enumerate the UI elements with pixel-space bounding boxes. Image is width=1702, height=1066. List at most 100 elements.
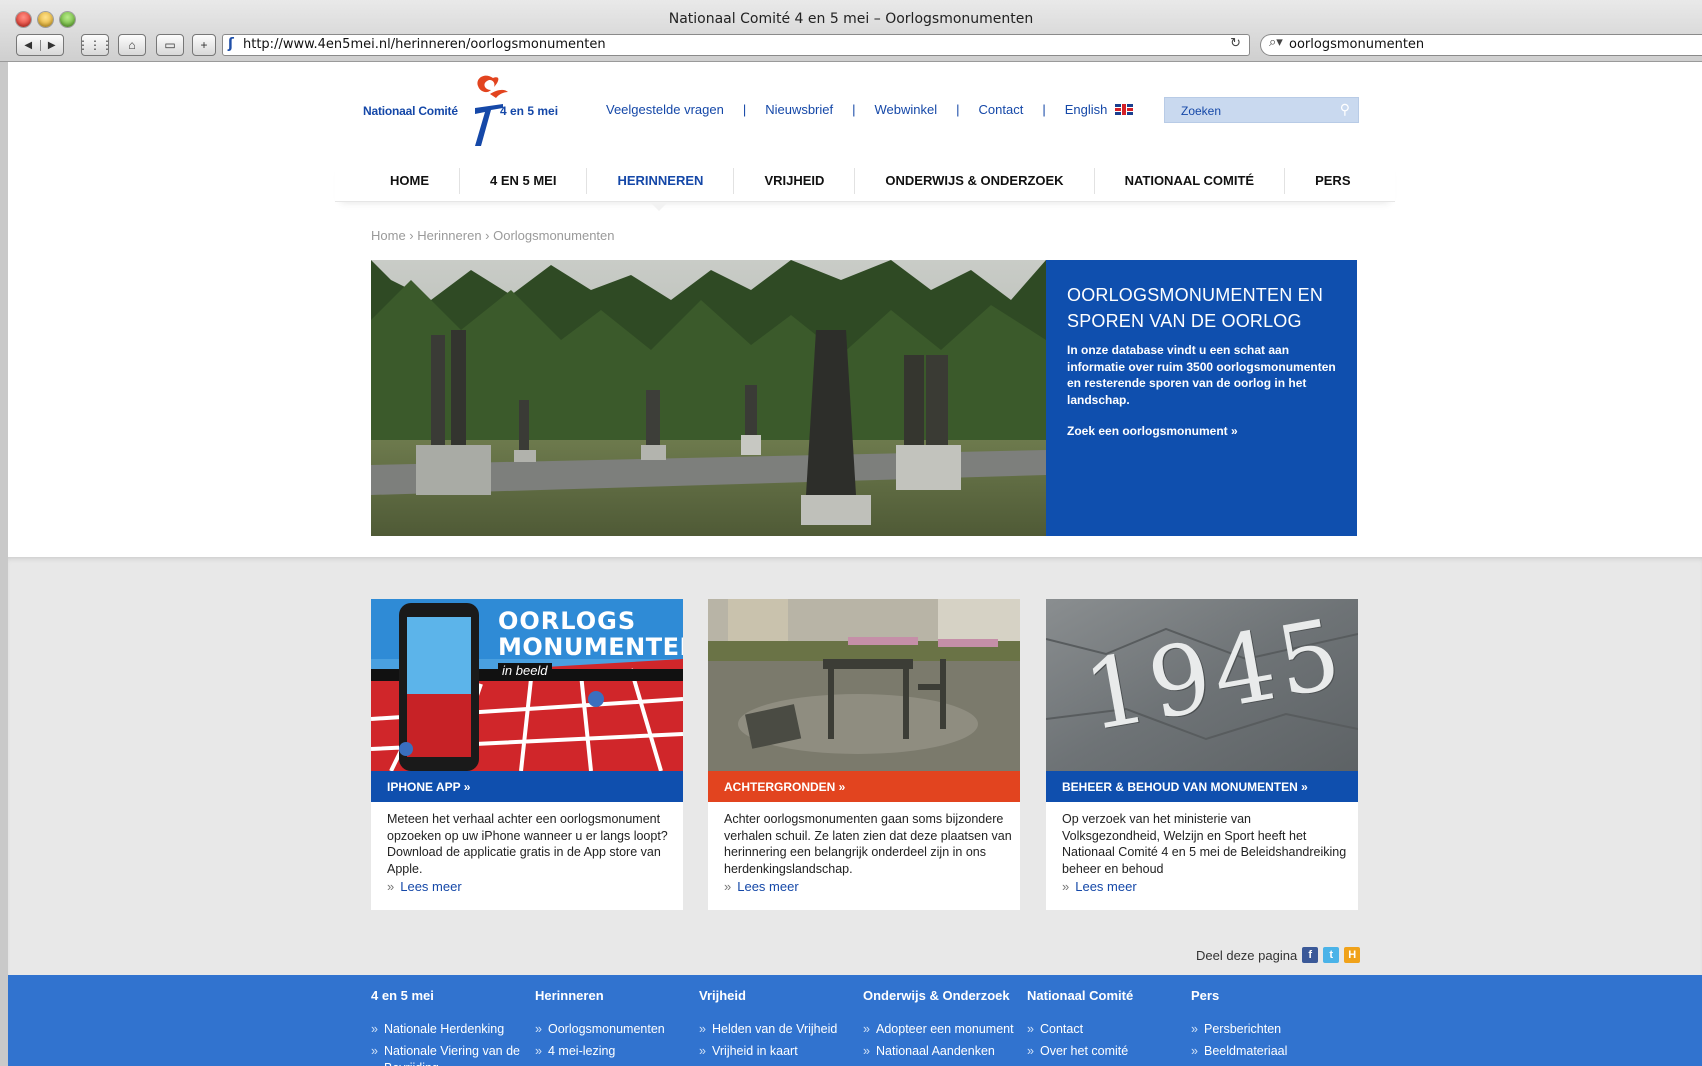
nav-item-nationaal-comite[interactable]: NATIONAAL COMITÉ (1093, 167, 1285, 194)
chevron-right-icon: » (387, 879, 395, 894)
browser-toolbar: Nationaal Comité 4 en 5 mei – Oorlogsmon… (0, 0, 1702, 62)
home-button[interactable]: ⌂ (118, 34, 146, 56)
utility-link-contact[interactable]: Contact (979, 102, 1024, 117)
rss-icon[interactable]: H (1344, 947, 1361, 963)
footer-link[interactable]: Nationaal Aandenken (863, 1043, 1018, 1060)
site-search-input[interactable]: Zoeken ⚲ (1164, 97, 1359, 123)
card-heading-link[interactable]: BEHEER & BEHOUD VAN MONUMENTEN » (1046, 771, 1358, 802)
main-navigation: HOME 4 EN 5 MEI HERINNEREN VRIJHEID ONDE… (335, 160, 1395, 202)
card-beheer-behoud: 1945 BEHEER & BEHOUD VAN MONUMENTEN » Op… (1046, 599, 1358, 910)
read-more-label: Lees meer (737, 879, 799, 894)
footer-link[interactable]: 4 mei-lezing (535, 1043, 695, 1060)
utility-link-webshop[interactable]: Webwinkel (875, 102, 938, 117)
footer-column-4-en-5-mei: 4 en 5 mei Nationale Herdenking National… (371, 988, 531, 1066)
share-bar: Deel deze pagina f t H (1196, 947, 1361, 963)
top-sites-button[interactable]: ⋮⋮⋮ (77, 34, 113, 56)
url-text: http://www.4en5mei.nl/herinneren/oorlogs… (243, 37, 606, 52)
facebook-icon[interactable]: f (1302, 947, 1319, 963)
hero-cta-link[interactable]: Zoek een oorlogsmonument » (1067, 424, 1238, 438)
footer-link[interactable]: Vrijheid in kaart (699, 1043, 859, 1060)
iphone-app-thumbnail[interactable]: OORLOGS MONUMENTEN in beeld (371, 599, 683, 771)
footer-link[interactable]: Oorlogsmonumenten (535, 1021, 695, 1038)
grid-icon: ⋮⋮⋮ (77, 38, 113, 52)
browser-search-query: oorlogsmonumenten (1289, 37, 1425, 52)
achtergronden-thumbnail[interactable] (708, 599, 1020, 771)
nav-item-onderwijs-onderzoek[interactable]: ONDERWIJS & ONDERZOEK (854, 167, 1093, 194)
site-logo[interactable]: Nationaal Comité 4 en 5 mei (363, 72, 563, 152)
read-more-link[interactable]: » Lees meer (387, 879, 462, 894)
back-forward-buttons[interactable]: ◀ ▶ (16, 34, 64, 56)
search-icon[interactable]: ⚲ (1340, 101, 1350, 118)
book-icon: ▭ (164, 38, 176, 52)
window-title: Nationaal Comité 4 en 5 mei – Oorlogsmon… (668, 11, 1034, 27)
logo-text-left: Nationaal Comité (363, 104, 458, 118)
chevron-right-icon: » (1062, 879, 1070, 894)
share-label: Deel deze pagina (1196, 947, 1298, 963)
uk-flag-icon[interactable] (1115, 104, 1134, 115)
site-search-placeholder: Zoeken (1181, 104, 1222, 118)
hero-info-panel: OORLOGSMONUMENTEN EN SPOREN VAN DE OORLO… (1046, 260, 1357, 536)
forward-arrow-icon[interactable]: ▶ (41, 40, 64, 51)
nav-separator: | (1042, 102, 1046, 117)
footer-link[interactable]: Nationale Herdenking (371, 1021, 531, 1038)
utility-link-faq[interactable]: Veelgestelde vragen (606, 102, 724, 117)
card-description: Meteen het verhaal achter een oorlogsmon… (387, 812, 668, 876)
card-description: Op verzoek van het ministerie van Volksg… (1062, 812, 1347, 876)
bookmarks-button[interactable]: ▭ (156, 34, 184, 56)
logo-text-right: 4 en 5 mei (500, 104, 559, 118)
card-iphone-app: OORLOGS MONUMENTEN in beeld IPHONE APP »… (371, 599, 683, 910)
browser-search-field[interactable]: ⌕▾ oorlogsmonumenten (1260, 34, 1702, 56)
utility-link-english[interactable]: English (1065, 102, 1108, 117)
hero-monument-photo (371, 260, 1046, 536)
read-more-link[interactable]: » Lees meer (1062, 879, 1137, 894)
nav-separator: | (742, 102, 747, 117)
beheer-behoud-thumbnail[interactable]: 1945 (1046, 599, 1358, 771)
nav-separator: | (852, 102, 856, 117)
home-icon: ⌂ (128, 38, 136, 52)
hero-title: OORLOGSMONUMENTEN EN SPOREN VAN DE OORLO… (1067, 285, 1324, 331)
thumb-title-line-2: MONUMENTEN (498, 633, 683, 661)
footer-link[interactable]: Over het comité (1027, 1043, 1187, 1060)
footer-column-pers: Pers Persberichten Beeldmateriaal (1191, 988, 1351, 1065)
footer-heading: Pers (1191, 988, 1220, 1003)
footer-link[interactable]: Contact (1027, 1021, 1187, 1038)
nav-item-herinneren[interactable]: HERINNEREN (586, 167, 733, 194)
footer-link[interactable]: Adopteer een monument (863, 1021, 1018, 1038)
nav-item-home[interactable]: HOME (335, 168, 459, 194)
footer-column-herinneren: Herinneren Oorlogsmonumenten 4 mei-lezin… (535, 988, 695, 1065)
address-bar[interactable]: ʃ http://www.4en5mei.nl/herinneren/oorlo… (222, 34, 1250, 56)
site-favicon-icon: ʃ (228, 36, 234, 52)
thumb-subtitle: in beeld (498, 663, 552, 678)
read-more-label: Lees meer (1075, 879, 1137, 894)
footer-heading: Vrijheid (699, 988, 746, 1003)
chevron-right-icon: » (724, 879, 732, 894)
footer-column-onderwijs-onderzoek: Onderwijs & Onderzoek Adopteer een monum… (863, 988, 1018, 1065)
footer-heading: 4 en 5 mei (371, 988, 434, 1003)
thumb-title-line-1: OORLOGS (498, 607, 637, 635)
add-bookmark-button[interactable]: + (192, 34, 216, 56)
footer-column-nationaal-comite: Nationaal Comité Contact Over het comité (1027, 988, 1187, 1065)
utility-link-newsletter[interactable]: Nieuwsbrief (765, 102, 833, 117)
read-more-link[interactable]: » Lees meer (724, 879, 799, 894)
twitter-icon[interactable]: t (1323, 947, 1340, 963)
card-heading-link[interactable]: ACHTERGRONDEN » (708, 771, 1020, 802)
footer-heading: Nationaal Comité (1027, 988, 1134, 1003)
footer-heading: Onderwijs & Onderzoek (863, 988, 1010, 1003)
active-nav-indicator (650, 202, 668, 211)
utility-nav: Veelgestelde vragen | Nieuwsbrief | Webw… (606, 102, 1134, 117)
footer-heading: Herinneren (535, 988, 604, 1003)
footer-link[interactable]: Beeldmateriaal (1191, 1043, 1351, 1060)
plus-icon: + (200, 38, 208, 52)
reload-icon[interactable]: ↻ (1230, 36, 1241, 51)
breadcrumb[interactable]: Home › Herinneren › Oorlogsmonumenten (371, 228, 615, 243)
footer-link[interactable]: Nationale Viering van de Bevrijding (371, 1043, 531, 1066)
footer-link[interactable]: Helden van de Vrijheid (699, 1021, 859, 1038)
nav-item-4-en-5-mei[interactable]: 4 EN 5 MEI (459, 167, 586, 194)
nav-item-pers[interactable]: PERS (1284, 167, 1380, 194)
nav-item-vrijheid[interactable]: VRIJHEID (733, 167, 854, 194)
back-arrow-icon[interactable]: ◀ (17, 39, 41, 51)
card-heading-link[interactable]: IPHONE APP » (371, 771, 683, 802)
window-left-edge (0, 62, 8, 1066)
footer-link[interactable]: Persberichten (1191, 1021, 1351, 1038)
hero-text: In onze database vindt u een schat aan i… (1067, 343, 1336, 407)
